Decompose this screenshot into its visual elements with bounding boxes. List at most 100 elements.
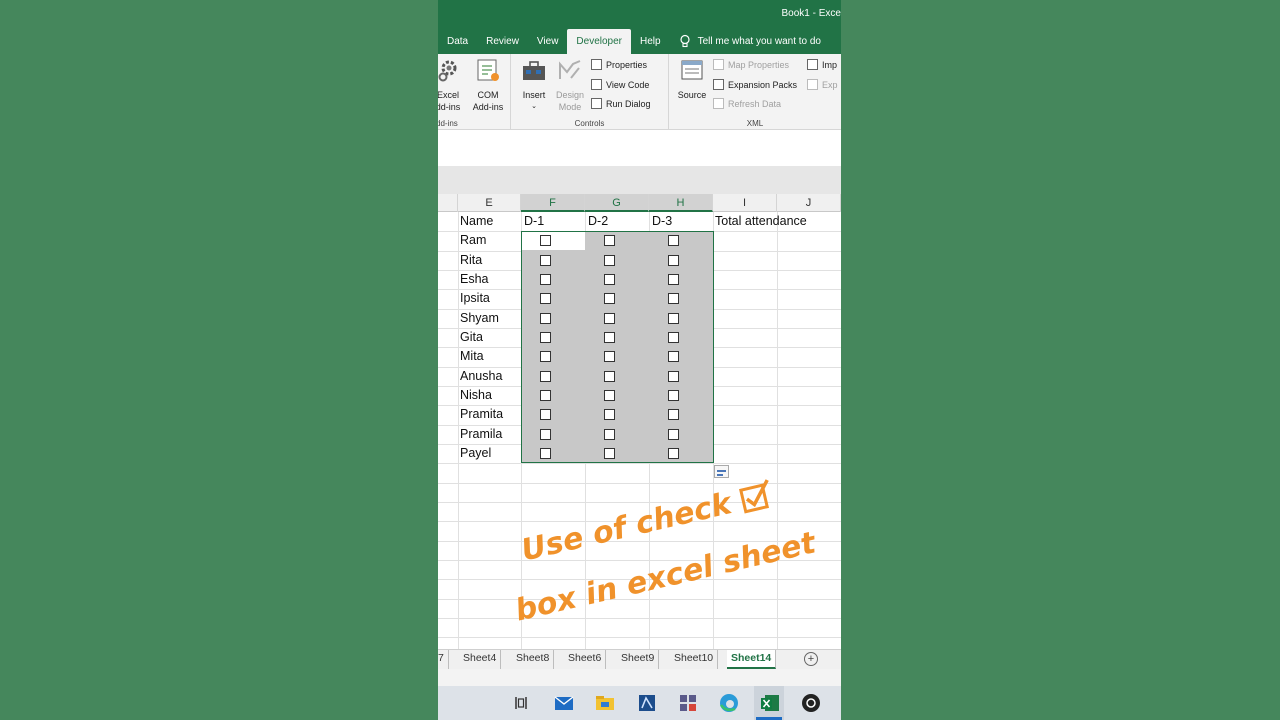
name-cell[interactable]: Rita [460, 251, 482, 270]
attendance-checkbox-d1[interactable] [540, 331, 551, 343]
attendance-checkbox-d3[interactable] [668, 293, 679, 305]
export-button[interactable]: Exp [807, 79, 838, 90]
tab-developer[interactable]: Developer [567, 29, 632, 54]
attendance-checkbox-d1[interactable] [540, 351, 551, 363]
source-button[interactable]: Source [675, 58, 709, 101]
attendance-checkbox-d2[interactable] [604, 447, 615, 459]
tab-view[interactable]: View [528, 28, 568, 54]
store-icon[interactable] [636, 692, 658, 714]
attendance-checkbox-d2[interactable] [604, 293, 615, 305]
attendance-checkbox-d2[interactable] [604, 428, 615, 440]
attendance-checkbox-d1[interactable] [540, 254, 551, 266]
properties-button[interactable]: Properties [591, 59, 647, 70]
header-total-attendance[interactable]: Total attendance [715, 212, 807, 231]
attendance-checkbox-d3[interactable] [668, 370, 679, 382]
attendance-checkbox-d1[interactable] [540, 447, 551, 459]
formula-bar[interactable] [438, 166, 841, 194]
name-cell[interactable]: Shyam [460, 309, 499, 328]
excel-addins-button[interactable]: Excel dd-ins [438, 58, 462, 113]
run-dialog-button[interactable]: Run Dialog [591, 98, 651, 109]
com-addins-button[interactable]: COM Add-ins [470, 58, 506, 113]
view-code-button[interactable]: View Code [591, 79, 649, 90]
attendance-checkbox-d1[interactable] [540, 409, 551, 421]
mail-icon[interactable] [553, 692, 575, 714]
attendance-checkbox-d2[interactable] [604, 351, 615, 363]
column-header-g[interactable]: G [585, 194, 649, 212]
excel-icon[interactable] [759, 692, 781, 714]
insert-control-button[interactable]: Insert ⌄ [519, 58, 549, 113]
name-cell[interactable]: Anusha [460, 367, 502, 386]
header-d2[interactable]: D-2 [588, 212, 608, 231]
worksheet-grid[interactable]: E F G H I J Name D-1 D-2 D-3 Total atten… [438, 194, 841, 649]
tab-data[interactable]: Data [438, 28, 477, 54]
name-cell[interactable]: Gita [460, 328, 483, 347]
attendance-checkbox-d3[interactable] [668, 428, 679, 440]
attendance-checkbox-d3[interactable] [668, 235, 679, 247]
column-header-f[interactable]: F [521, 194, 585, 212]
name-cell[interactable]: Pramita [460, 405, 503, 424]
attendance-checkbox-d2[interactable] [604, 312, 615, 324]
sheet-tab-sheet14[interactable]: Sheet14 [727, 650, 777, 669]
attendance-checkbox-d3[interactable] [668, 312, 679, 324]
tab-help[interactable]: Help [631, 28, 670, 54]
attendance-checkbox-d2[interactable] [604, 235, 615, 247]
name-cell[interactable]: Pramila [460, 425, 502, 444]
add-sheet-icon[interactable]: + [804, 652, 818, 666]
sheet-tab-sheet4[interactable]: Sheet4 [459, 650, 502, 669]
attendance-checkbox-d3[interactable] [668, 409, 679, 421]
com-addins-icon [477, 59, 499, 81]
name-cell[interactable]: Payel [460, 444, 491, 463]
attendance-checkbox-d1[interactable] [540, 389, 551, 401]
attendance-checkbox-d1[interactable] [540, 273, 551, 285]
sheet-tab-sheet10[interactable]: Sheet10 [670, 650, 719, 669]
refresh-data-button[interactable]: Refresh Data [713, 98, 781, 109]
name-cell[interactable]: Ram [460, 231, 486, 250]
obs-recorder-icon[interactable] [800, 692, 822, 714]
attendance-checkbox-d2[interactable] [604, 409, 615, 421]
attendance-checkbox-d3[interactable] [668, 447, 679, 459]
sheet-tab-sheet8[interactable]: Sheet8 [512, 650, 555, 669]
quick-analysis-icon[interactable] [714, 465, 729, 478]
attendance-checkbox-d1[interactable] [540, 428, 551, 440]
attendance-checkbox-d3[interactable] [668, 331, 679, 343]
attendance-checkbox-d1[interactable] [540, 235, 551, 247]
name-cell[interactable]: Nisha [460, 386, 492, 405]
map-properties-button[interactable]: Map Properties [713, 59, 789, 70]
expansion-packs-button[interactable]: Expansion Packs [713, 79, 797, 90]
file-explorer-icon[interactable] [594, 692, 616, 714]
name-cell[interactable]: Esha [460, 270, 489, 289]
tell-me-search[interactable]: Tell me what you want to do [670, 28, 821, 54]
import-button[interactable]: Imp [807, 59, 837, 70]
sheet-tab-sheet9[interactable]: Sheet9 [617, 650, 660, 669]
column-header-h[interactable]: H [649, 194, 713, 212]
column-header-j[interactable]: J [777, 194, 841, 212]
attendance-checkbox-d2[interactable] [604, 331, 615, 343]
attendance-checkbox-d2[interactable] [604, 370, 615, 382]
attendance-checkbox-d2[interactable] [604, 389, 615, 401]
attendance-checkbox-d1[interactable] [540, 370, 551, 382]
tab-review[interactable]: Review [477, 28, 528, 54]
name-cell[interactable]: Mita [460, 347, 484, 366]
column-header-i[interactable]: I [713, 194, 777, 212]
task-view-icon[interactable] [510, 692, 532, 714]
attendance-checkbox-d2[interactable] [604, 254, 615, 266]
attendance-checkbox-d3[interactable] [668, 254, 679, 266]
edge-browser-icon[interactable] [718, 692, 740, 714]
column-header-e[interactable]: E [458, 194, 521, 212]
header-name[interactable]: Name [460, 212, 493, 231]
active-cell[interactable] [522, 232, 585, 250]
header-d1[interactable]: D-1 [524, 212, 544, 231]
header-d3[interactable]: D-3 [652, 212, 672, 231]
name-cell[interactable]: Ipsita [460, 289, 490, 308]
calculator-icon[interactable] [677, 692, 699, 714]
attendance-checkbox-d1[interactable] [540, 293, 551, 305]
sheet-tab-7[interactable]: 7 [438, 650, 449, 669]
design-mode-button[interactable]: Design Mode [553, 58, 587, 113]
attendance-checkbox-d2[interactable] [604, 273, 615, 285]
sheet-tab-sheet6[interactable]: Sheet6 [564, 650, 607, 669]
attendance-checkbox-d3[interactable] [668, 273, 679, 285]
attendance-checkbox-d3[interactable] [668, 389, 679, 401]
import-icon [807, 59, 818, 70]
attendance-checkbox-d1[interactable] [540, 312, 551, 324]
attendance-checkbox-d3[interactable] [668, 351, 679, 363]
